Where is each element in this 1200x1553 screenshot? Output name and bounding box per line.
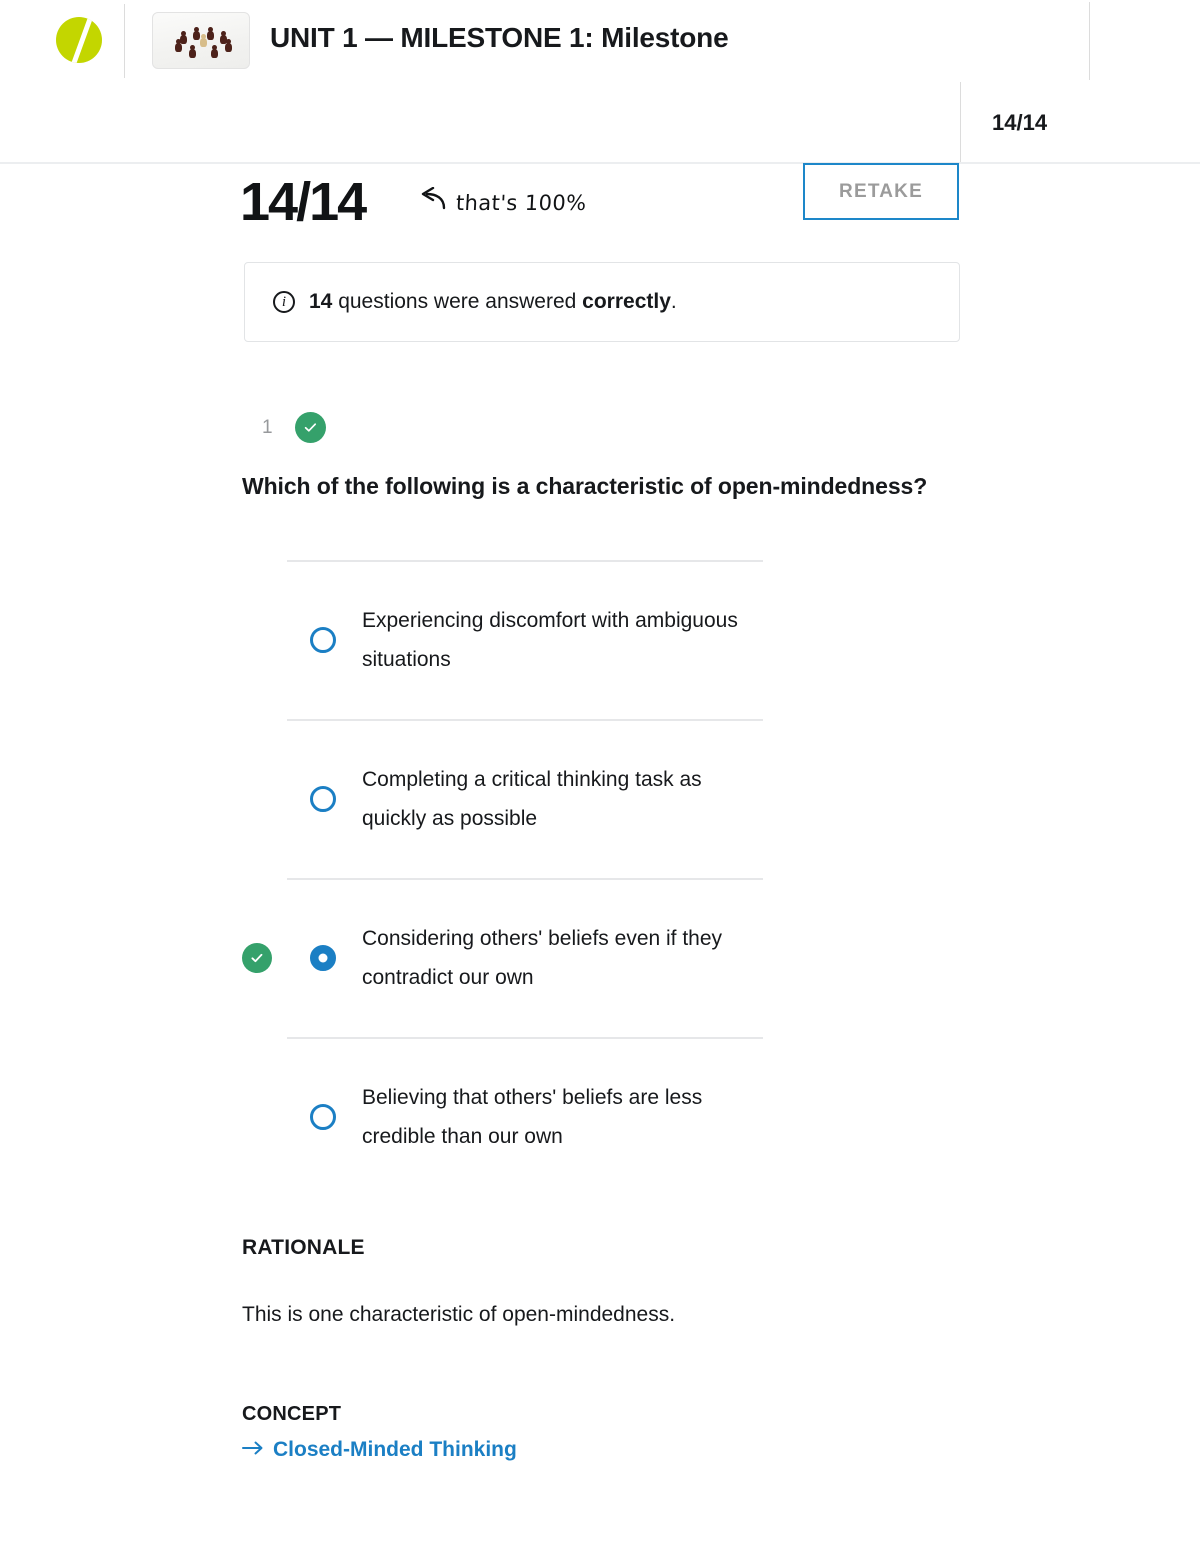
info-text-end: . xyxy=(670,290,677,313)
app-header: UNIT 1 — MILESTONE 1: Milestone xyxy=(0,0,1200,82)
pawn xyxy=(189,45,196,58)
radio-button[interactable] xyxy=(310,785,336,812)
option-body[interactable]: Believing that others' beliefs are less … xyxy=(242,1037,1002,1196)
info-text-middle: questions were answered xyxy=(332,290,583,313)
pawn xyxy=(225,39,232,52)
answer-options: Experiencing discomfort with ambiguous s… xyxy=(242,560,1002,1196)
info-banner-text: 14 questions were answered correctly. xyxy=(309,290,677,314)
curved-arrow-left-icon xyxy=(418,186,448,218)
header-divider-right xyxy=(1089,2,1090,80)
header-divider-left xyxy=(124,4,125,78)
concept-heading: CONCEPT xyxy=(242,1403,342,1425)
retake-button[interactable]: RETAKE xyxy=(803,163,959,220)
option-label: Considering others' beliefs even if they… xyxy=(362,926,723,989)
radio-button[interactable] xyxy=(310,626,336,653)
score-row: 14/14 that's 100% RETAKE xyxy=(0,163,1200,243)
rationale-heading: RATIONALE xyxy=(242,1236,365,1259)
answer-option[interactable]: Believing that others' beliefs are less … xyxy=(242,1037,1002,1196)
score-annotation: that's 100% xyxy=(418,186,588,218)
correct-answer-check-icon xyxy=(242,942,272,973)
question-prompt: Which of the following is a characterist… xyxy=(242,473,928,499)
option-label: Believing that others' beliefs are less … xyxy=(362,1085,703,1148)
pawn-highlighted xyxy=(200,34,207,47)
score-strip-value: 14/14 xyxy=(992,110,1048,135)
question-meta: 1 xyxy=(262,412,326,443)
rationale-text: This is one characteristic of open-minde… xyxy=(242,1303,676,1326)
score-strip-divider xyxy=(960,82,961,163)
chess-pawns-thumbnail xyxy=(152,12,250,69)
pawn xyxy=(211,45,218,58)
logo-slash xyxy=(56,17,102,63)
option-label: Completing a critical thinking task as q… xyxy=(362,767,702,830)
pawn xyxy=(207,27,214,40)
info-banner: i 14 questions were answered correctly. xyxy=(244,262,960,342)
logo-circle xyxy=(56,17,102,63)
pawn-group xyxy=(153,13,249,68)
answer-option[interactable]: Experiencing discomfort with ambiguous s… xyxy=(242,560,1002,719)
concept-link-label: Closed-Minded Thinking xyxy=(273,1438,517,1461)
radio-button[interactable] xyxy=(310,1103,336,1130)
option-body[interactable]: Experiencing discomfort with ambiguous s… xyxy=(242,560,1002,719)
pawn xyxy=(193,27,200,40)
page-title: UNIT 1 — MILESTONE 1: Milestone xyxy=(270,22,729,53)
arrow-right-icon xyxy=(242,1438,264,1462)
score-annotation-text: that's 100% xyxy=(455,190,588,215)
concept-link[interactable]: Closed-Minded Thinking xyxy=(242,1438,517,1462)
answer-option[interactable]: Completing a critical thinking task as q… xyxy=(242,719,1002,878)
answer-option-correct[interactable]: Considering others' beliefs even if they… xyxy=(242,878,1002,1037)
score-value: 14/14 xyxy=(240,172,367,232)
question-number: 1 xyxy=(262,416,273,438)
radio-button-selected[interactable] xyxy=(310,944,336,971)
option-body[interactable]: Considering others' beliefs even if they… xyxy=(242,878,1002,1037)
info-emphasis: correctly xyxy=(582,290,671,313)
check-circle-icon xyxy=(294,412,326,443)
option-body[interactable]: Completing a critical thinking task as q… xyxy=(242,719,1002,878)
option-label: Experiencing discomfort with ambiguous s… xyxy=(362,608,738,671)
info-count: 14 xyxy=(309,290,333,313)
pawn xyxy=(175,39,182,52)
sophia-logo-icon[interactable] xyxy=(52,12,108,68)
info-circle-icon: i xyxy=(273,291,295,313)
